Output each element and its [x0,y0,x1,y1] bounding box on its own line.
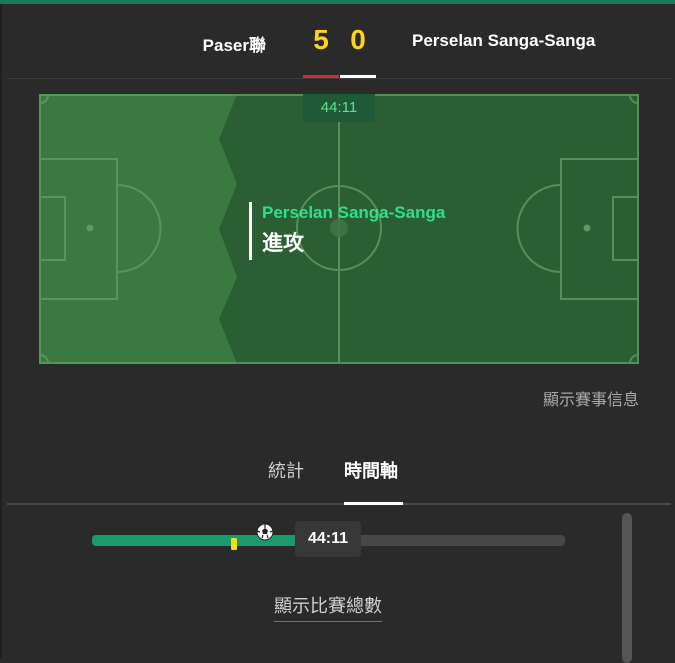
home-score: 5 [313,24,329,55]
event-team-name: Perselan Sanga-Sanga [262,203,446,222]
tab-timeline[interactable]: 時間軸 [344,457,398,483]
header-divider [7,78,671,79]
pitch-clock: 44:11 [303,94,375,122]
home-team-name: Paser聯 [202,36,266,55]
tab-statistics[interactable]: 統計 [268,457,304,483]
show-match-info-link[interactable]: 顯示賽事信息 [543,386,639,410]
current-event: Perselan Sanga-Sanga 進攻 [249,202,445,260]
top-accent-bar [0,0,675,4]
yellow-card-icon[interactable] [230,538,237,550]
left-rail [0,4,2,658]
show-match-total-link[interactable]: 顯示比賽總數 [274,592,382,622]
timeline-progress [92,535,324,546]
away-team-name: Perselan Sanga-Sanga [412,31,596,50]
timeline-clock: 44:11 [295,521,361,557]
away-score: 0 [350,24,366,55]
football-icon[interactable] [254,523,276,546]
tabs-divider [7,503,671,505]
event-action: 進攻 [262,232,304,255]
scrollbar-thumb[interactable] [622,513,632,663]
pitch-tracker: 44:11 Perselan Sanga-Sanga 進攻 [39,94,639,364]
active-tab-indicator [344,502,403,505]
